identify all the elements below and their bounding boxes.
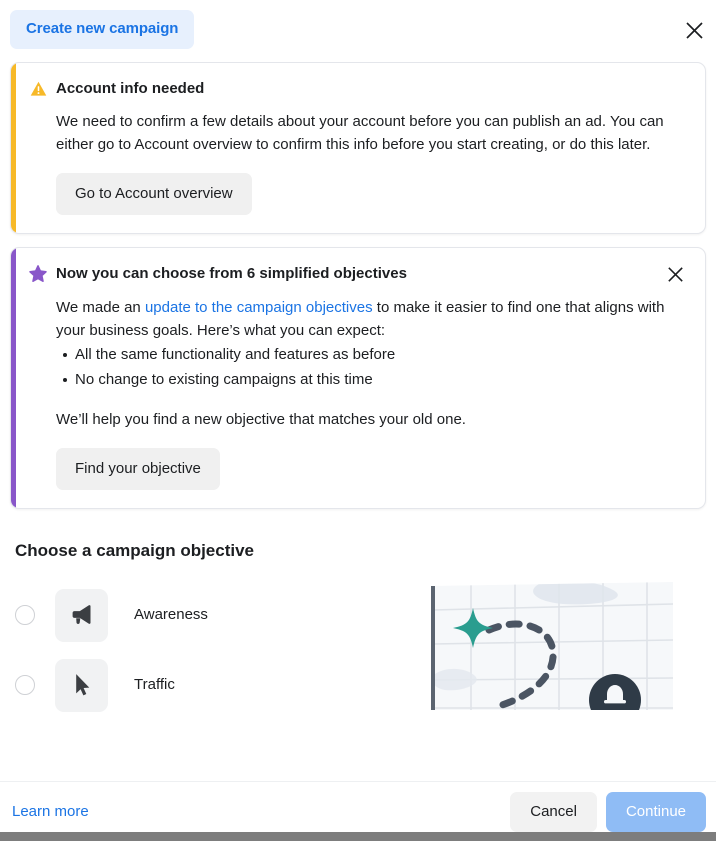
alert-description-prefix: We made an xyxy=(56,299,145,316)
create-campaign-dialog: Create new campaign Account info needed xyxy=(0,0,716,841)
tab-create-new-campaign[interactable]: Create new campaign xyxy=(10,10,195,49)
close-dialog-button[interactable] xyxy=(681,17,707,43)
objective-option-traffic[interactable]: Traffic xyxy=(15,650,415,720)
alert-closing-text: We’ll help you find a new objective that… xyxy=(56,411,466,428)
alert-description: We need to confirm a few details about y… xyxy=(56,113,664,153)
radio-traffic[interactable] xyxy=(15,675,35,695)
go-to-account-overview-button[interactable]: Go to Account overview xyxy=(56,173,252,215)
dialog-header: Create new campaign xyxy=(0,0,716,62)
cursor-arrow-icon xyxy=(55,658,108,712)
benefits-list: All the same functionality and features … xyxy=(56,342,687,392)
horizontal-scrollbar[interactable] xyxy=(0,832,716,841)
alert-simplified-objectives: Now you can choose from 6 simplified obj… xyxy=(10,247,706,509)
find-your-objective-button[interactable]: Find your objective xyxy=(56,448,220,490)
alert-body: We made an update to the campaign object… xyxy=(29,296,687,490)
alert-account-info-needed: Account info needed We need to confirm a… xyxy=(10,62,706,234)
objective-options-list: Awareness Traffic xyxy=(10,580,415,720)
alert-title: Account info needed xyxy=(56,80,205,97)
objective-section-title: Choose a campaign objective xyxy=(15,541,255,560)
star-icon xyxy=(29,265,47,283)
alert-description: We made an update to the campaign object… xyxy=(56,296,687,342)
objective-label: Traffic xyxy=(134,676,175,693)
list-item: All the same functionality and features … xyxy=(63,342,687,367)
alert-title: Now you can choose from 6 simplified obj… xyxy=(56,265,407,282)
learn-more-link[interactable]: Learn more xyxy=(12,802,89,822)
dismiss-objectives-alert-button[interactable] xyxy=(663,263,687,285)
cancel-button[interactable]: Cancel xyxy=(510,791,597,832)
campaign-objectives-link[interactable]: update to the campaign objectives xyxy=(145,299,373,316)
alert-body: We need to confirm a few details about y… xyxy=(29,110,687,215)
list-item: No change to existing campaigns at this … xyxy=(63,367,687,392)
radio-awareness[interactable] xyxy=(15,605,35,625)
campaign-objective-illustration xyxy=(427,580,675,710)
alert-header: Now you can choose from 6 simplified obj… xyxy=(29,264,687,285)
objective-label: Awareness xyxy=(134,606,208,623)
megaphone-icon xyxy=(55,588,108,642)
alert-header: Account info needed xyxy=(29,79,687,99)
objective-area: Awareness Traffic xyxy=(10,580,706,720)
warning-triangle-icon xyxy=(29,80,47,98)
continue-button: Continue xyxy=(605,791,706,832)
objective-option-awareness[interactable]: Awareness xyxy=(15,580,415,650)
dialog-body: Account info needed We need to confirm a… xyxy=(0,62,716,781)
